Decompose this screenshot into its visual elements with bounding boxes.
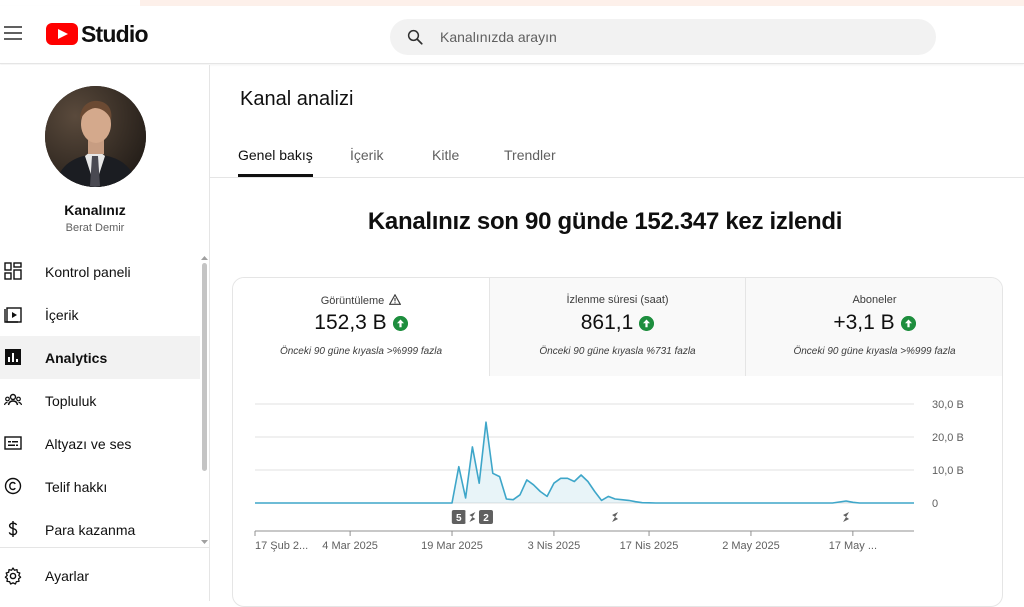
- series-area: [255, 422, 914, 503]
- sidebar-item-label: Altyazı ve ses: [45, 435, 132, 452]
- metric-tab-subscribers[interactable]: Aboneler +3,1 B Önceki 90 güne kıyasla >…: [745, 278, 1002, 376]
- trend-up-icon: [639, 315, 655, 331]
- sidebar-item-label: Topluluk: [45, 392, 97, 409]
- y-tick-label: 0: [932, 498, 938, 510]
- youtube-studio-logo[interactable]: Studio: [46, 20, 149, 47]
- search-bar[interactable]: [390, 19, 936, 55]
- sidebar-item-label: Kontrol paneli: [45, 263, 131, 280]
- metric-value: 861,1: [580, 311, 634, 334]
- sidebar-nav: Kontrol paneli İçerik Analytics Topluluk…: [0, 250, 200, 551]
- search-icon[interactable]: [406, 28, 424, 46]
- metric-label: Aboneler: [852, 294, 897, 306]
- metric-label-wrap: Görüntüleme: [233, 294, 489, 307]
- views-headline: Kanalınız son 90 günde 152.347 kez izlen…: [367, 208, 843, 235]
- sidebar-item-settings[interactable]: Ayarlar: [0, 555, 200, 597]
- dashboard-icon: [4, 262, 22, 280]
- search-input[interactable]: [440, 19, 910, 55]
- sidebar-item-monetization[interactable]: Para kazanma: [0, 508, 200, 551]
- scroll-up-arrow-icon[interactable]: [201, 255, 208, 260]
- x-tick-label: 17 May ...: [829, 540, 877, 552]
- channel-avatar[interactable]: [45, 86, 146, 187]
- x-tick-label: 17 Şub 2...: [255, 540, 308, 552]
- metric-value: 152,3 B: [314, 311, 387, 334]
- community-icon: [4, 393, 22, 406]
- metric-comparison: Önceki 90 güne kıyasla >%999 fazla: [793, 346, 956, 357]
- sidebar-item-label: İçerik: [45, 306, 79, 323]
- x-tick-label: 19 Mar 2025: [421, 540, 483, 552]
- sidebar-item-community[interactable]: Topluluk: [0, 379, 200, 422]
- subtitles-icon: [4, 436, 22, 450]
- sidebar-scroll-thumb[interactable]: [202, 263, 207, 471]
- views-chart[interactable]: 30,0 B 20,0 B 10,0 B 0 5 2 17 Şub 2... 4 Mar 20…: [233, 376, 1003, 607]
- sidebar-item-analytics[interactable]: Analytics: [0, 336, 200, 379]
- gear-icon: [4, 567, 22, 585]
- trend-up-icon: [392, 315, 408, 331]
- svg-text:5: 5: [456, 513, 462, 524]
- scroll-down-arrow-icon[interactable]: [201, 540, 208, 545]
- tab-trends[interactable]: Trendler: [504, 145, 556, 177]
- x-tick-label: 2 May 2025: [722, 540, 779, 552]
- video-count-marker: 2: [478, 510, 493, 524]
- metric-comparison: Önceki 90 güne kıyasla >%999 fazla: [279, 346, 443, 357]
- x-tick-label: 4 Mar 2025: [322, 540, 378, 552]
- sidebar-scrollbar[interactable]: [200, 255, 208, 545]
- sidebar-item-label: Para kazanma: [45, 521, 136, 538]
- tab-audience[interactable]: Kitle: [432, 145, 459, 177]
- metric-value-row: +3,1 B: [746, 311, 1002, 335]
- shorts-marker: [608, 510, 623, 524]
- sidebar-item-content[interactable]: İçerik: [0, 293, 200, 336]
- y-tick-label: 10,0 B: [932, 465, 964, 477]
- tab-overview[interactable]: Genel bakış: [238, 145, 313, 177]
- settings-label: Ayarlar: [45, 568, 90, 584]
- metric-value-row: 152,3 B: [233, 311, 489, 335]
- x-tick-label: 17 Nis 2025: [620, 540, 679, 552]
- menu-icon[interactable]: [4, 26, 22, 40]
- overview-card: Görüntüleme 152,3 B Önceki 90 güne kıyas…: [232, 277, 1003, 607]
- shorts-marker: [839, 510, 854, 524]
- video-count-marker: 5: [451, 510, 466, 524]
- avatar-image: [45, 86, 146, 187]
- channel-owner: Berat Demir: [65, 222, 125, 234]
- sidebar-item-dashboard[interactable]: Kontrol paneli: [0, 250, 200, 293]
- monetization-icon: [8, 521, 18, 537]
- analytics-icon: [5, 349, 21, 365]
- logo-text: Studio: [81, 20, 149, 47]
- y-tick-label: 30,0 B: [932, 399, 964, 411]
- svg-text:2: 2: [483, 513, 489, 524]
- sidebar-divider: [0, 547, 210, 548]
- page-title: Kanal analizi: [240, 88, 354, 110]
- metric-value-row: 861,1: [490, 311, 745, 335]
- content-icon: [4, 307, 22, 323]
- metric-label: Görüntüleme: [320, 295, 385, 307]
- trend-up-icon: [900, 315, 916, 331]
- sidebar-item-label: Telif hakkı: [45, 478, 108, 495]
- metric-value: +3,1 B: [833, 311, 895, 334]
- youtube-play-icon: [46, 23, 78, 45]
- tabs-divider: [210, 177, 1024, 178]
- tab-content[interactable]: İçerik: [350, 145, 383, 177]
- header: Studio: [0, 6, 1024, 64]
- sidebar-item-subtitles[interactable]: Altyazı ve ses: [0, 422, 200, 465]
- sidebar-item-label: Analytics: [45, 349, 108, 366]
- metric-label: İzlenme süresi (saat): [566, 294, 669, 306]
- copyright-icon: [4, 477, 22, 495]
- metric-tab-views[interactable]: Görüntüleme 152,3 B Önceki 90 güne kıyas…: [233, 278, 489, 376]
- metric-tab-watch-time[interactable]: İzlenme süresi (saat) 861,1 Önceki 90 gü…: [489, 278, 745, 376]
- warning-icon[interactable]: [389, 294, 402, 305]
- sidebar: Kanalınız Berat Demir Kontrol paneli İçe…: [0, 65, 210, 601]
- shorts-marker: [465, 510, 480, 524]
- channel-name: Kanalınız: [64, 202, 126, 218]
- metric-comparison: Önceki 90 güne kıyasla %731 fazla: [539, 346, 696, 357]
- y-tick-label: 20,0 B: [932, 432, 964, 444]
- x-tick-label: 3 Nis 2025: [528, 540, 581, 552]
- main-content: Kanal analizi Genel bakış İçerik Kitle T…: [210, 65, 1024, 607]
- sidebar-item-copyright[interactable]: Telif hakkı: [0, 465, 200, 508]
